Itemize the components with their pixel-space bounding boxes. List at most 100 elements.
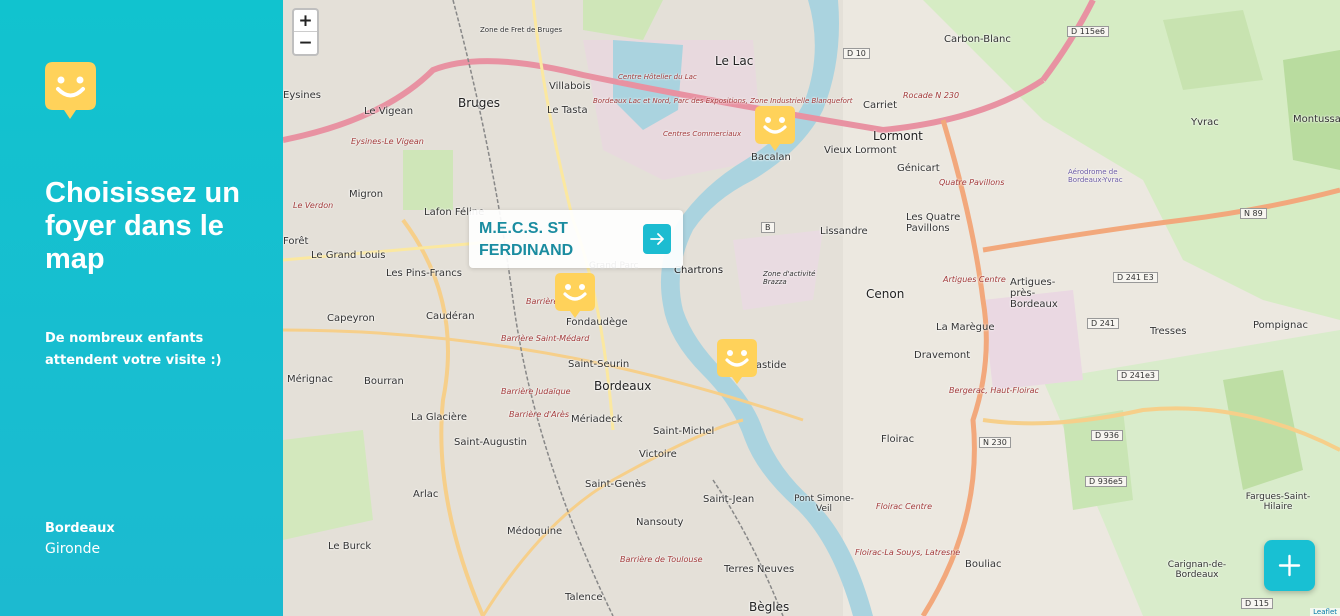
map-label: Villabois [549,81,591,92]
map-label: Eysines-Le Vigean [351,137,424,146]
map-label: Carriet [863,100,898,111]
popup-open-button[interactable] [643,224,671,254]
road-shield: N 230 [979,437,1011,448]
map-label: Le Lac [715,54,754,68]
map-label: Saint-Michel [653,426,715,437]
map-label: Saint-Seurin [568,359,630,370]
map-label: Barrière d'Arès [509,410,569,419]
add-button[interactable] [1264,540,1315,591]
map-label: Bègles [749,600,790,614]
map-label: Le Vigean [364,106,414,117]
map-label: La Marègue [936,322,995,333]
map-label: Mérignac [287,374,333,385]
road-shield: D 115e6 [1067,26,1109,37]
popup-title: M.E.C.S. ST FERDINAND [479,220,574,259]
map-label: Barrière Saint-Médard [501,334,590,343]
map-label: Le Verdon [293,201,334,210]
map-label: Centre Hôtelier du Lac [618,73,697,81]
map-label: Montussan [1293,114,1340,125]
map-label: Lormont [873,129,923,143]
map-label: Carignan-de-Bordeaux [1167,560,1227,580]
page-title: Choisissez un foyer dans le map [45,177,240,275]
map-label: Eysines [283,90,321,101]
map-label: Yvrac [1191,117,1219,128]
map-label: Quatre Pavillons [939,178,1005,187]
map-label: Floirac [881,434,915,445]
map-label: Barrière Judaïque [501,387,571,396]
map-label: Migron [349,189,384,200]
road-shield: D 10 [843,48,870,59]
map-label: Tresses [1150,326,1187,337]
road-shield: D 936 [1091,430,1123,441]
map-label: Pont Simone-Veil [794,494,854,514]
location-city: Bordeaux [45,521,115,536]
map-label: Zone d'activité Brazza [763,270,816,286]
map-label: Dravemont [914,350,971,361]
map-label: Bacalan [751,152,791,163]
map-label: Génicart [897,163,940,174]
foyer-marker[interactable] [555,273,595,319]
smiley-speech-bubble-icon [45,62,96,119]
map-label: Fargues-Saint-Hilaire [1245,492,1311,512]
map-label: Victoire [639,449,677,460]
road-shield: N 89 [1240,208,1267,219]
map-label: Les Pins-Francs [386,268,462,279]
map-label: Médoquine [507,526,563,537]
map-label: Nansouty [636,517,684,528]
map-label: Barrière de Toulouse [620,555,703,564]
map-label: Saint-Jean [703,494,755,505]
map-label: Terres Neuves [724,564,795,575]
page-subtitle: De nombreux enfants attendent votre visi… [45,331,222,368]
zoom-in-button[interactable]: + [294,10,317,32]
map-label: Caudéran [426,311,475,322]
road-shield: D 241 [1087,318,1119,329]
map-attribution[interactable]: Leaflet [1310,608,1340,616]
map-label: Vieux Lormont [824,145,897,156]
plus-icon [1278,554,1301,577]
foyer-marker[interactable] [755,106,795,152]
map-label: Bergerac, Haut-Floirac [949,386,1039,395]
road-shield: D 241e3 [1117,370,1159,381]
zoom-out-button[interactable]: − [294,32,317,54]
foyer-marker[interactable] [717,339,757,385]
map-label: Pompignac [1253,320,1308,331]
map-label: Le Grand Louis [311,250,386,261]
zoom-control: + − [292,8,319,56]
map-tiles[interactable] [283,0,1340,616]
foyer-popup: M.E.C.S. ST FERDINAND [469,210,683,268]
map-label: Bordeaux [594,379,652,393]
road-shield: D 115 [1241,598,1273,609]
sidebar: Choisissez un foyer dans le map De nombr… [0,0,283,616]
map-label: Talence [565,592,603,603]
map-label: Aérodrome de Bordeaux-Yvrac [1068,168,1123,184]
arrow-right-icon [650,233,664,245]
map-label: Bouliac [965,559,1002,570]
map-label: Artigues Centre [943,275,1006,284]
map-label: Floirac-La Souys, Latresne [855,548,961,557]
map-label: Le Burck [328,541,372,552]
map-label: Rocade N 230 [903,91,960,100]
map-label: Capeyron [327,313,375,324]
road-shield: B [761,222,775,233]
map-label: Le Tasta [547,105,588,116]
map-label: Barrière [526,297,559,306]
map-label: Saint-Genès [585,479,647,490]
map[interactable]: Zone de Fret de Bruges Bruges Le Lac Vil… [283,0,1340,616]
map-label: Saint-Augustin [454,437,528,448]
map-label: Centres Commerciaux [663,130,742,138]
map-label: Carbon-Blanc [944,34,1011,45]
road-shield: D 936e5 [1085,476,1127,487]
map-label: Bourran [364,376,404,387]
map-label: Bordeaux Lac et Nord, Parc des Expositio… [593,97,853,105]
map-label: Bruges [458,96,501,110]
map-label: Floirac Centre [876,502,932,511]
map-label: Zone de Fret de Bruges [480,26,563,34]
map-label: Les Quatre Pavillons [906,212,961,234]
map-label: La Glacière [411,412,468,423]
map-label: Lissandre [820,226,868,237]
road-shield: D 241 E3 [1113,272,1158,283]
map-label: Arlac [413,489,439,500]
map-label: Forêt [283,236,309,247]
location-region: Gironde [45,541,101,557]
map-label: Artigues-près-Bordeaux [1010,277,1058,310]
